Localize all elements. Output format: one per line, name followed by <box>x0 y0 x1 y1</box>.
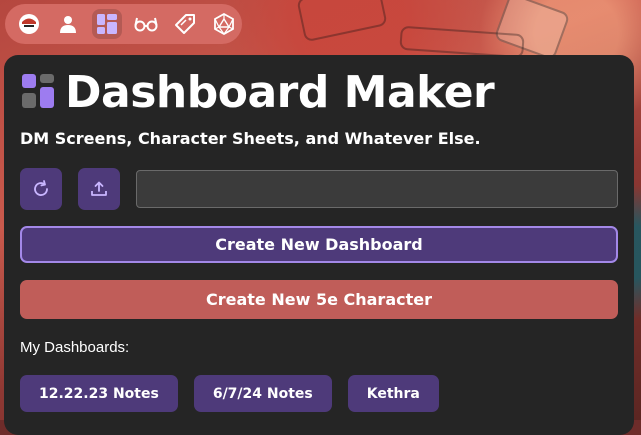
user-icon <box>60 16 76 33</box>
dashboard-item[interactable]: 6/7/24 Notes <box>193 375 332 412</box>
nav-tags-button[interactable] <box>170 9 200 39</box>
dashboard-list: 12.22.23 Notes 6/7/24 Notes Kethra <box>20 375 439 412</box>
helmet-icon <box>19 14 39 34</box>
refresh-icon <box>34 180 48 196</box>
refresh-button[interactable] <box>20 168 62 210</box>
my-dashboards-label: My Dashboards: <box>20 339 130 356</box>
create-dashboard-button[interactable]: Create New Dashboard <box>20 226 618 263</box>
d20-icon <box>214 13 234 35</box>
import-input[interactable] <box>136 170 618 208</box>
create-character-button[interactable]: Create New 5e Character <box>20 280 618 319</box>
glasses-icon <box>134 17 158 32</box>
nav-home-button[interactable] <box>14 9 44 39</box>
dashboard-item[interactable]: Kethra <box>347 375 439 412</box>
logo-icon <box>22 74 60 112</box>
title-row: Dashboard Maker <box>22 67 495 118</box>
nav-dashboards-button[interactable] <box>92 9 122 39</box>
dashboard-item[interactable]: 12.22.23 Notes <box>20 375 178 412</box>
nav-glasses-button[interactable] <box>131 9 161 39</box>
tag-icon <box>175 14 195 34</box>
top-nav <box>5 4 242 44</box>
main-panel: Dashboard Maker DM Screens, Character Sh… <box>4 55 634 435</box>
upload-button[interactable] <box>78 168 120 210</box>
upload-icon <box>91 181 107 196</box>
nav-dice-button[interactable] <box>209 9 239 39</box>
nav-profile-button[interactable] <box>53 9 83 39</box>
page-title: Dashboard Maker <box>65 67 495 118</box>
page-subtitle: DM Screens, Character Sheets, and Whatev… <box>20 129 481 148</box>
dashboard-icon <box>97 14 117 34</box>
